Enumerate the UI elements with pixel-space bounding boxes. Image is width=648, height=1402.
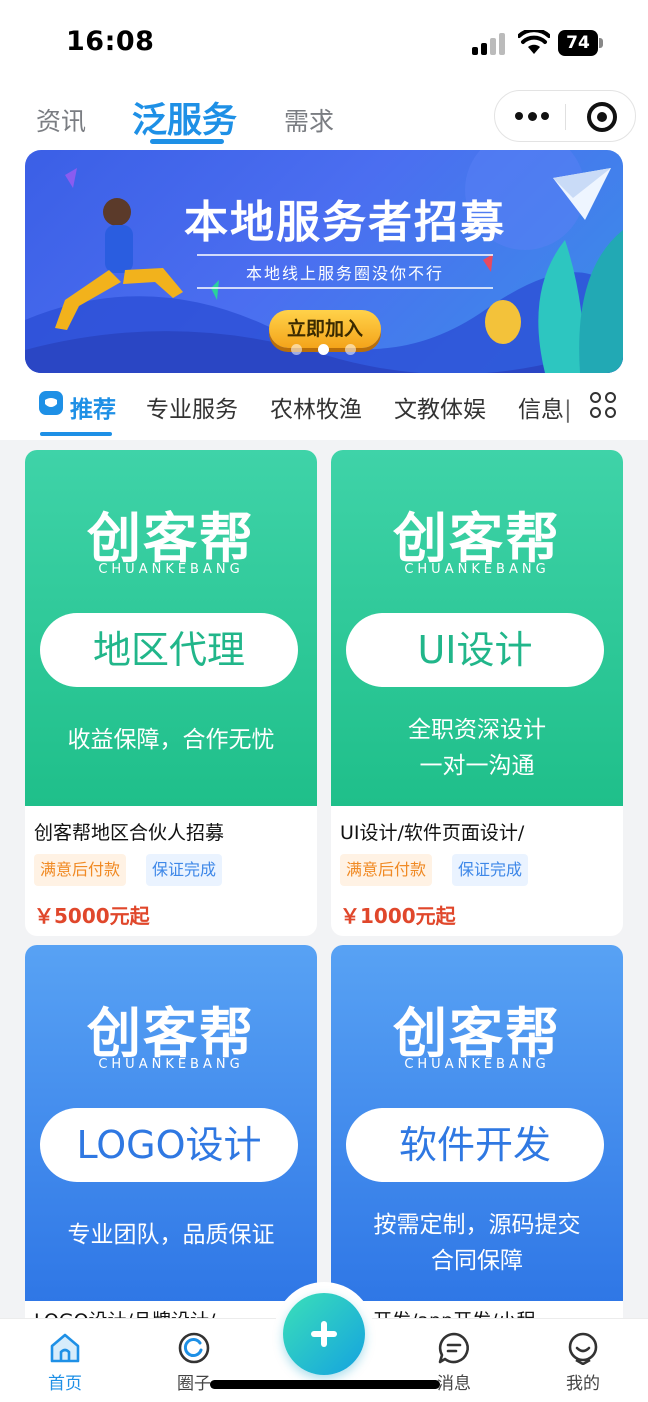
service-pill: 软件开发 xyxy=(346,1108,604,1182)
message-icon xyxy=(438,1332,469,1364)
home-icon xyxy=(50,1333,80,1363)
category-professional[interactable]: 专业服务 xyxy=(146,390,238,424)
tab-demand[interactable]: 需求 xyxy=(284,102,334,138)
tab-circle[interactable]: 圈子 xyxy=(154,1319,234,1402)
miniprogram-capsule xyxy=(494,90,636,142)
profile-icon xyxy=(568,1332,598,1365)
more-icon[interactable] xyxy=(515,104,549,128)
all-categories-icon[interactable] xyxy=(590,392,618,420)
product-image: 创客帮 CHUANKEBANG 软件开发 按需定制，源码提交 合同保障 xyxy=(331,945,623,1301)
category-education[interactable]: 文教体娱 xyxy=(394,390,486,424)
carousel-dot-active[interactable] xyxy=(318,344,329,355)
category-active-indicator xyxy=(40,432,112,436)
slogan-line: 按需定制，源码提交 xyxy=(373,1212,581,1238)
tab-news[interactable]: 资讯 xyxy=(36,102,86,138)
carousel-dot[interactable] xyxy=(345,344,356,355)
product-image: 创客帮 CHUANKEBANG LOGO设计 专业团队，品质保证 xyxy=(25,945,317,1301)
product-price: ￥1000元起 xyxy=(340,904,456,928)
tag-pay-after: 满意后付款 xyxy=(34,854,127,886)
cellular-signal-icon xyxy=(472,33,508,55)
product-image: 创客帮 CHUANKEBANG 地区代理 收益保障，合作无忧 xyxy=(25,450,317,806)
wifi-icon xyxy=(518,30,550,54)
banner-divider xyxy=(197,287,493,289)
category-tabs: 推荐 专业服务 农林牧渔 文教体娱 信息| xyxy=(0,380,648,440)
service-pill: LOGO设计 xyxy=(40,1108,298,1182)
status-time: 16:08 xyxy=(66,26,155,57)
brand-logo-en: CHUANKEBANG xyxy=(404,562,550,577)
plus-icon[interactable] xyxy=(283,1293,365,1375)
battery-icon: 74 xyxy=(558,30,604,56)
battery-level: 74 xyxy=(558,30,598,56)
product-card[interactable]: 创客帮 CHUANKEBANG LOGO设计 专业团队，品质保证 LOGO设计/… xyxy=(25,945,317,1345)
product-image: 创客帮 CHUANKEBANG UI设计 全职资深设计 一对一沟通 xyxy=(331,450,623,806)
banner-divider xyxy=(197,254,493,256)
category-agriculture[interactable]: 农林牧渔 xyxy=(270,390,362,424)
brand-logo-en: CHUANKEBANG xyxy=(404,1057,550,1072)
recommend-icon xyxy=(39,391,63,415)
slogan-line: 合同保障 xyxy=(431,1248,523,1274)
product-price: ￥5000元起 xyxy=(34,904,150,928)
tab-messages[interactable]: 消息 xyxy=(414,1319,494,1402)
slogan-line: 专业团队，品质保证 xyxy=(67,1222,275,1248)
product-title: UI设计/软件页面设计/ xyxy=(340,822,525,844)
product-card[interactable]: 创客帮 CHUANKEBANG 软件开发 按需定制，源码提交 合同保障 开发/a… xyxy=(331,945,623,1345)
header-area: 16:08 74 资讯 泛服务 需求 本地服务者招募 本地线上服务圈没你不行 立… xyxy=(0,0,648,440)
circle-icon xyxy=(178,1332,210,1364)
service-pill: 地区代理 xyxy=(40,613,298,687)
tab-profile-label: 我的 xyxy=(566,1374,600,1394)
active-tab-indicator xyxy=(150,139,224,144)
status-bar: 16:08 74 xyxy=(0,0,648,88)
tag-guarantee: 保证完成 xyxy=(146,854,223,886)
slogan-line: 收益保障，合作无忧 xyxy=(67,727,275,753)
recruit-banner[interactable]: 本地服务者招募 本地线上服务圈没你不行 立即加入 xyxy=(25,150,623,373)
carousel-dot[interactable] xyxy=(291,344,302,355)
brand-logo-en: CHUANKEBANG xyxy=(98,562,244,577)
product-title: 创客帮地区合伙人招募 xyxy=(34,822,225,844)
tab-home[interactable]: 首页 xyxy=(25,1319,105,1402)
category-recommend[interactable]: 推荐 xyxy=(70,390,116,424)
banner-title: 本地服务者招募 xyxy=(184,197,506,248)
product-card[interactable]: 创客帮 CHUANKEBANG 地区代理 收益保障，合作无忧 创客帮地区合伙人招… xyxy=(25,450,317,936)
tag-pay-after: 满意后付款 xyxy=(340,854,433,886)
tab-profile[interactable]: 我的 xyxy=(543,1319,623,1402)
home-indicator[interactable] xyxy=(210,1380,440,1389)
brand-logo-en: CHUANKEBANG xyxy=(98,1057,244,1072)
tab-home-label: 首页 xyxy=(48,1374,82,1394)
close-miniprogram-icon[interactable] xyxy=(587,102,617,132)
tag-guarantee: 保证完成 xyxy=(452,854,529,886)
join-now-button[interactable]: 立即加入 xyxy=(269,310,381,348)
slogan-line: 一对一沟通 xyxy=(419,753,535,779)
banner-subtitle: 本地线上服务圈没你不行 xyxy=(245,264,444,283)
slogan-line: 全职资深设计 xyxy=(408,717,546,743)
product-card[interactable]: 创客帮 CHUANKEBANG UI设计 全职资深设计 一对一沟通 UI设计/软… xyxy=(331,450,623,936)
tab-services[interactable]: 泛服务 xyxy=(132,92,237,143)
service-pill: UI设计 xyxy=(346,613,604,687)
top-tab-bar: 资讯 泛服务 需求 xyxy=(0,88,648,148)
